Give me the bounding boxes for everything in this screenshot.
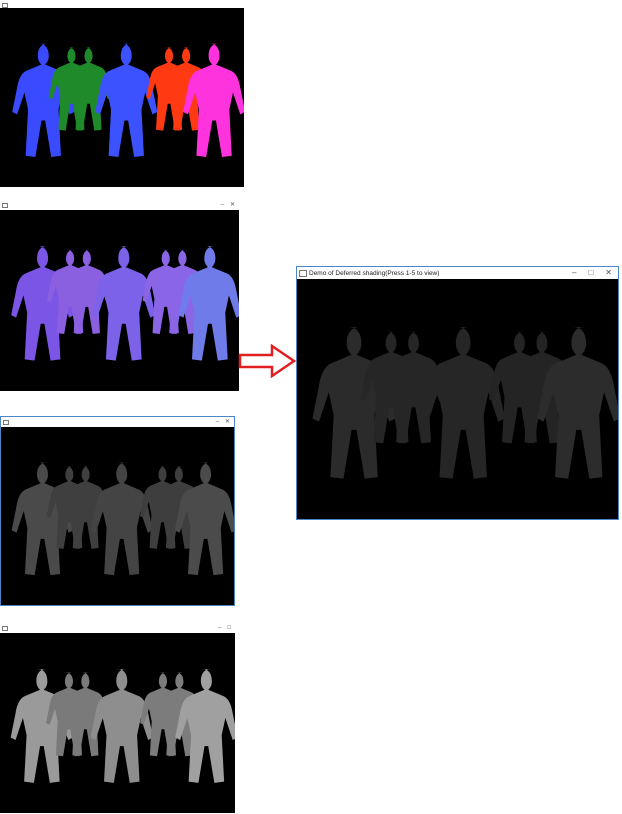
viewport-normal[interactable] <box>0 210 239 391</box>
viewport-specular[interactable] <box>0 633 235 813</box>
app-icon <box>2 202 8 208</box>
albedo-buffer-window: – ✕ <box>0 416 235 606</box>
minimize-button[interactable]: – <box>572 269 576 277</box>
app-icon <box>2 625 8 631</box>
character-figure <box>90 669 153 783</box>
normal-buffer-window: – ✕ <box>0 200 239 391</box>
right-arrow-icon <box>238 344 296 378</box>
minimize-button[interactable]: – <box>221 202 224 208</box>
app-icon <box>3 419 9 425</box>
viewport-albedo[interactable] <box>1 427 234 605</box>
position-buffer-window <box>0 0 244 187</box>
character-figure <box>174 462 234 576</box>
title-bar[interactable]: – ✕ <box>1 417 234 427</box>
character-figure <box>95 43 158 157</box>
close-button[interactable]: ✕ <box>605 269 612 277</box>
title-bar[interactable]: Demo of Deferred shading(Press 1-5 to vi… <box>297 267 618 279</box>
character-figure <box>178 246 239 361</box>
viewport-position[interactable] <box>0 8 244 187</box>
title-bar[interactable]: – ✕ <box>0 200 239 210</box>
minimize-button[interactable]: – <box>218 625 221 631</box>
window-title: Demo of Deferred shading(Press 1-5 to vi… <box>309 269 440 277</box>
app-icon <box>2 2 8 8</box>
close-button[interactable]: ✕ <box>230 202 235 208</box>
character-figure <box>421 327 505 479</box>
deferred-shading-window: Demo of Deferred shading(Press 1-5 to vi… <box>296 266 619 520</box>
character-figure <box>183 43 244 157</box>
minimize-button[interactable]: – <box>216 419 219 425</box>
character-figure <box>537 327 618 479</box>
maximize-button[interactable]: □ <box>227 625 231 631</box>
character-figure <box>92 246 156 361</box>
character-figure <box>90 462 153 576</box>
character-figure <box>175 669 235 783</box>
app-icon <box>299 269 307 277</box>
title-bar[interactable]: – □ <box>0 623 235 633</box>
specular-buffer-window: – □ <box>0 623 235 813</box>
viewport-final[interactable] <box>297 279 618 519</box>
maximize-button[interactable]: □ <box>588 269 593 277</box>
close-button[interactable]: ✕ <box>225 419 230 425</box>
